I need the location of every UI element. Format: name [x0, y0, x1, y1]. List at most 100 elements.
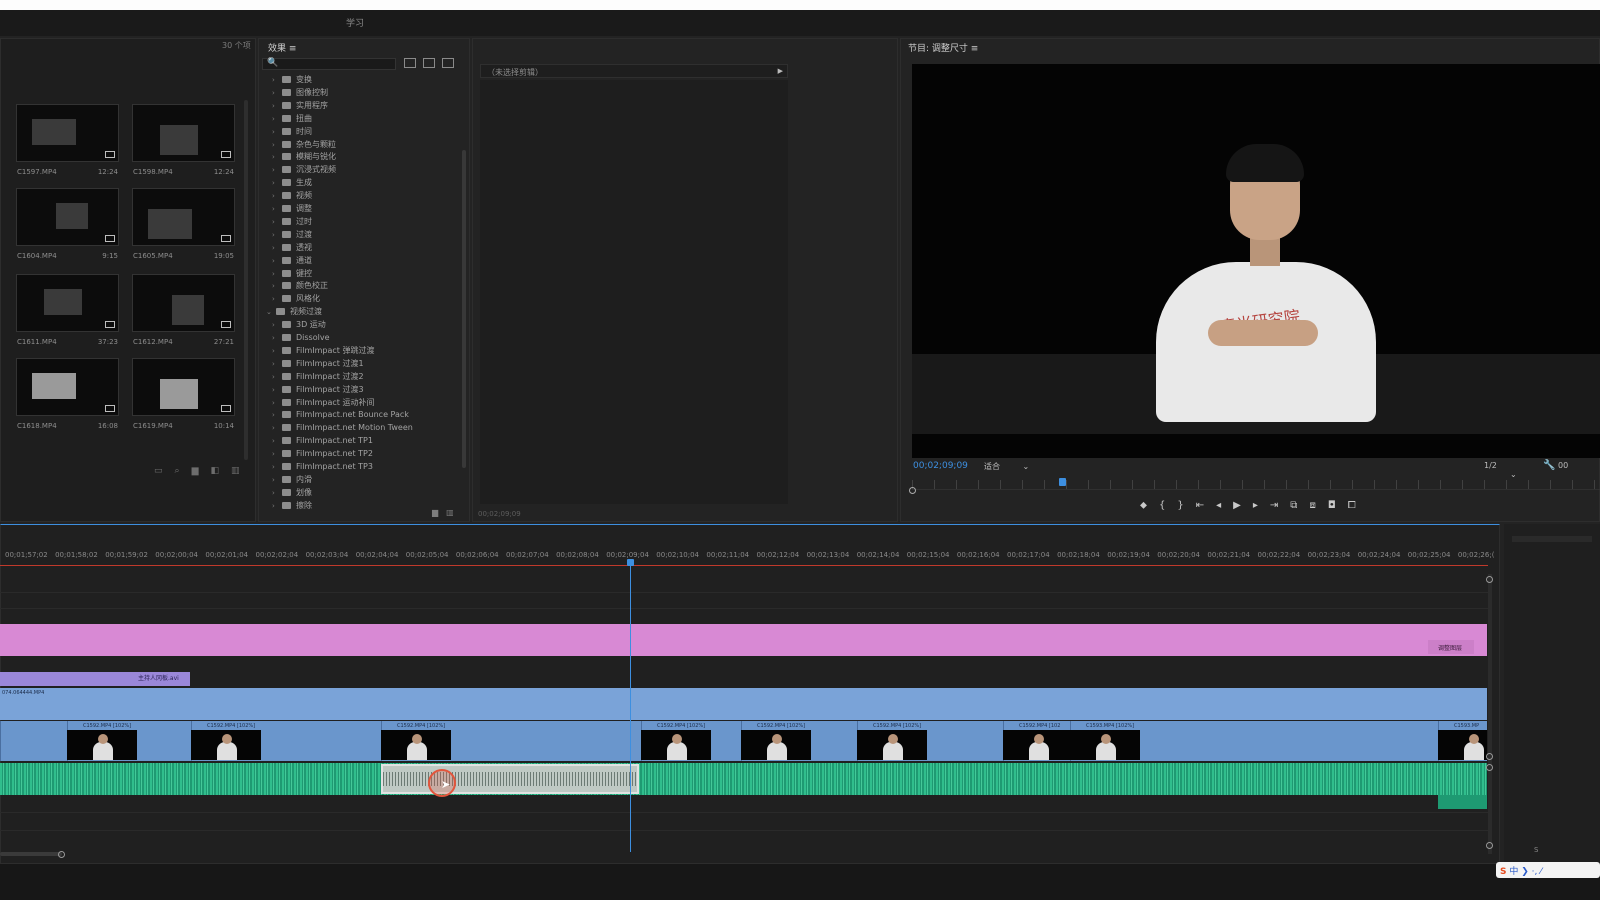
program-playhead[interactable]	[1059, 478, 1066, 486]
chevron-right-icon[interactable]: ›	[272, 345, 282, 357]
chevron-right-icon[interactable]: ›	[272, 87, 282, 99]
list-view-icon[interactable]: ▭	[154, 466, 163, 476]
effects-tree-item[interactable]: › FilmImpact 过渡2	[272, 371, 364, 383]
clip-thumbnail[interactable]	[132, 358, 235, 416]
chevron-right-icon[interactable]: ›	[272, 113, 282, 125]
chevron-right-icon[interactable]: ›	[272, 164, 282, 176]
effects-tree-item[interactable]: › 过渡	[272, 229, 312, 241]
lift-icon[interactable]: ⧉	[1290, 500, 1297, 511]
go-to-in-icon[interactable]: ⇤	[1196, 500, 1204, 511]
chevron-right-icon[interactable]: ›	[272, 242, 282, 254]
go-to-out-icon[interactable]: ⇥	[1270, 500, 1278, 511]
effects-tree-item[interactable]: › 扭曲	[272, 113, 312, 125]
playback-resolution-select[interactable]: 1/2 ⌄	[1484, 461, 1532, 479]
chevron-right-icon[interactable]: ›	[272, 255, 282, 267]
chevron-right-icon[interactable]: ›	[272, 216, 282, 228]
clip-thumbnail[interactable]	[16, 188, 119, 246]
new-item-icon[interactable]: ◧	[210, 466, 219, 476]
chevron-right-icon[interactable]: ›	[272, 500, 282, 512]
effects-tree-item[interactable]: › 内滑	[272, 474, 312, 486]
play-icon[interactable]: ▶	[1233, 500, 1241, 511]
chevron-right-icon[interactable]: ›	[272, 139, 282, 151]
program-monitor-title[interactable]: 节目: 调整尺寸 ≡	[908, 41, 978, 54]
effects-tree-item[interactable]: › FilmImpact.net Bounce Pack	[272, 409, 409, 421]
effects-tree-item[interactable]: › 透视	[272, 242, 312, 254]
effects-tree-item[interactable]: › 擦除	[272, 500, 312, 512]
effects-tree-item[interactable]: › FilmImpact 弹跳过渡	[272, 345, 374, 357]
effects-tree-item[interactable]: › 杂色与颗粒	[272, 139, 336, 151]
chevron-right-icon[interactable]: ›	[272, 422, 282, 434]
effects-tree-item[interactable]: › 视频	[272, 190, 312, 202]
clip-thumbnail[interactable]	[16, 358, 119, 416]
chevron-right-icon[interactable]: ›	[272, 358, 282, 370]
zoom-handle[interactable]	[58, 851, 65, 858]
effects-tree-item[interactable]: › FilmImpact 过渡1	[272, 358, 364, 370]
step-forward-icon[interactable]: ▸	[1253, 500, 1258, 511]
scroll-handle[interactable]	[1486, 764, 1493, 771]
effects-tree-item[interactable]: › 键控	[272, 268, 312, 280]
v1-clip[interactable]	[0, 721, 67, 761]
clip-thumbnail[interactable]	[16, 104, 119, 162]
effects-tree-item[interactable]: › 划像	[272, 487, 312, 499]
effects-tree-item[interactable]: › 风格化	[272, 293, 320, 305]
new-folder-icon[interactable]: ▆	[432, 508, 438, 517]
program-time-ruler[interactable]	[912, 480, 1600, 490]
trash-icon[interactable]: ▥	[231, 466, 240, 476]
a2-audio-clip[interactable]	[1438, 795, 1487, 809]
v2-broll-clip[interactable]	[0, 688, 1487, 720]
effects-tree-item[interactable]: › 模糊与锐化	[272, 151, 336, 163]
mark-in-icon[interactable]: {	[1159, 500, 1165, 511]
effects-tree-item[interactable]: › FilmImpact.net TP1	[272, 435, 373, 447]
effects-tree-item[interactable]: ⌄ 视频过渡	[266, 306, 322, 318]
yuv-effects-icon[interactable]	[442, 58, 454, 68]
meter-solo-label[interactable]: S	[1534, 846, 1538, 854]
effects-tree-item[interactable]: › 调整	[272, 203, 312, 215]
camera-icon[interactable]: ◘	[1328, 500, 1336, 511]
chevron-right-icon[interactable]: ›	[272, 268, 282, 280]
chevron-right-icon[interactable]: ›	[272, 229, 282, 241]
scroll-handle[interactable]	[1486, 753, 1493, 760]
clip-thumbnail[interactable]	[16, 274, 119, 332]
chevron-right-icon[interactable]: ›	[272, 151, 282, 163]
project-scrollbar[interactable]	[244, 100, 248, 460]
effects-search-input[interactable]	[262, 58, 396, 70]
add-marker-icon[interactable]: ⬥	[1140, 500, 1147, 511]
workspace-tab-learning[interactable]: 学习	[346, 16, 364, 29]
clip-thumbnail[interactable]	[132, 104, 235, 162]
chevron-right-icon[interactable]: ›	[272, 332, 282, 344]
chevron-right-icon[interactable]: ›	[272, 280, 282, 292]
effects-tree-item[interactable]: › FilmImpact 运动补间	[272, 397, 374, 409]
extract-icon[interactable]: ⧈	[1309, 500, 1315, 511]
effects-tree-item[interactable]: › 变换	[272, 74, 312, 86]
chevron-right-icon[interactable]: ›	[272, 474, 282, 486]
new-bin-icon[interactable]: ▆	[192, 466, 199, 476]
timeline-playhead[interactable]	[627, 559, 634, 566]
chevron-right-icon[interactable]: ›	[272, 177, 282, 189]
effects-tree-item[interactable]: › 沉浸式视频	[272, 164, 336, 176]
effects-tree-item[interactable]: › 实用程序	[272, 100, 328, 112]
delete-icon[interactable]: ▥	[446, 508, 454, 517]
clip-thumbnail[interactable]	[132, 188, 235, 246]
chevron-right-icon[interactable]: ›	[272, 487, 282, 499]
effects-scrollbar[interactable]	[462, 150, 466, 468]
chevron-right-icon[interactable]: ›	[272, 384, 282, 396]
program-timecode[interactable]: 00;02;09;09	[913, 461, 968, 471]
mark-out-icon[interactable]: }	[1177, 500, 1183, 511]
effects-tree-item[interactable]: › 过时	[272, 216, 312, 228]
effects-tree-item[interactable]: › FilmImpact.net TP3	[272, 461, 373, 473]
clip-thumbnail[interactable]	[132, 274, 235, 332]
chevron-right-icon[interactable]: ›	[272, 461, 282, 473]
chevron-right-icon[interactable]: ›	[272, 371, 282, 383]
expand-arrow-icon[interactable]: ▶	[778, 67, 783, 75]
effects-tree-item[interactable]: › 时间	[272, 126, 312, 138]
ime-toolbar[interactable]: S 中 ❯ ·, ⁄	[1496, 862, 1600, 878]
find-icon[interactable]: ⌕	[175, 466, 180, 476]
timeline-vertical-scrollbar[interactable]	[1488, 574, 1492, 854]
chevron-right-icon[interactable]: ›	[272, 203, 282, 215]
effects-tree-item[interactable]: › FilmImpact.net TP2	[272, 448, 373, 460]
chevron-right-icon[interactable]: ›	[272, 293, 282, 305]
effects-tree-item[interactable]: › 3D 运动	[272, 319, 326, 331]
adjustment-layer-clip[interactable]	[0, 624, 1487, 656]
chevron-right-icon[interactable]: ›	[272, 319, 282, 331]
chevron-down-icon[interactable]: ⌄	[266, 306, 276, 318]
